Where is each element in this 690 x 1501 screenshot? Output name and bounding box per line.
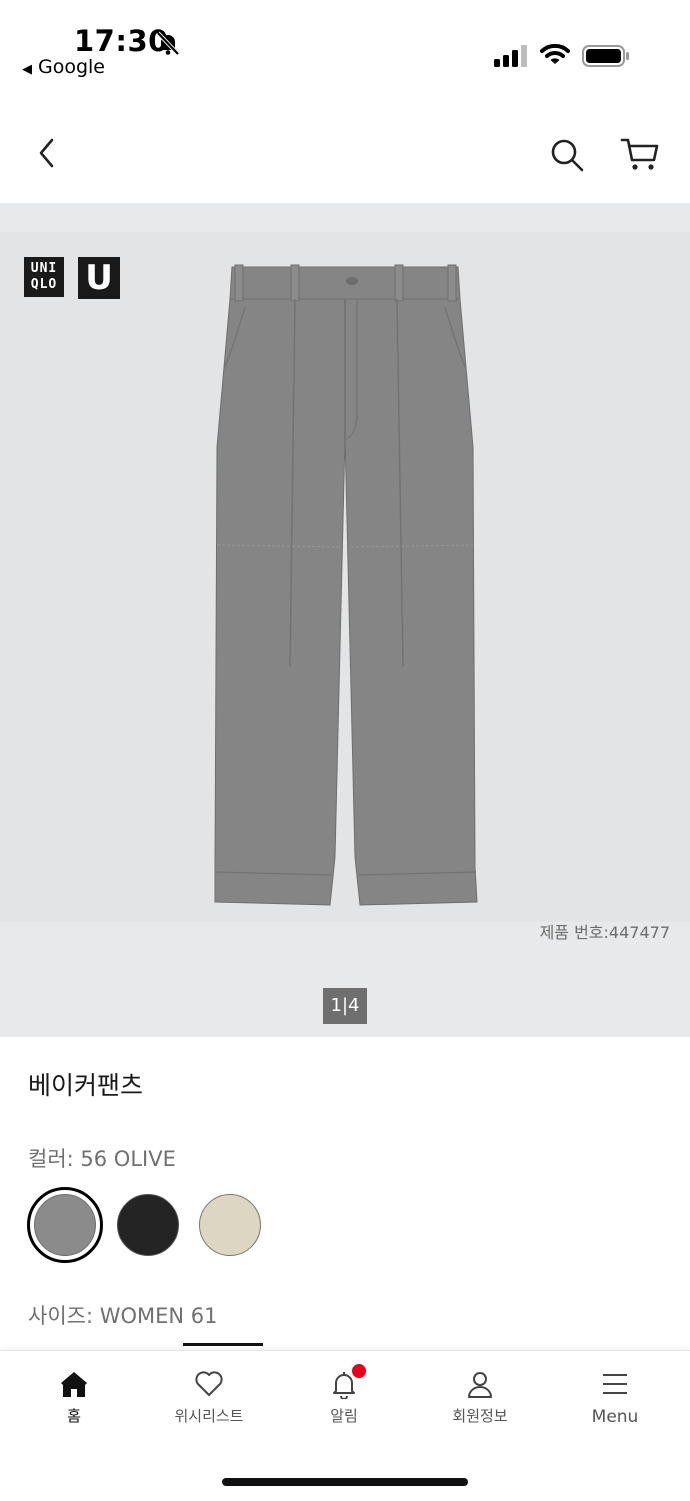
cellular-signal-icon — [494, 45, 527, 67]
swatch-gray[interactable] — [27, 1187, 103, 1263]
swatch-gray-fill — [34, 1194, 96, 1256]
uniqlo-u-logo: U — [78, 257, 120, 299]
app-header — [0, 100, 690, 203]
image-pager: 1|4 — [323, 988, 367, 1024]
color-label: 컬러: 56 OLIVE — [28, 1147, 176, 1171]
nav-home[interactable]: 홈 — [14, 1369, 134, 1426]
product-image-gallery[interactable]: UNI QLO U 제품 번호:447477 1|4 — [0, 203, 690, 1037]
notification-badge — [352, 1364, 366, 1378]
back-app-label: Google — [38, 56, 106, 78]
cart-icon[interactable] — [620, 136, 660, 174]
product-name: 베이커팬츠 — [28, 1071, 144, 1100]
nav-wishlist-label: 위시리스트 — [174, 1407, 244, 1425]
pager-total: 4 — [348, 995, 360, 1016]
back-triangle-icon: ◀ — [22, 62, 32, 77]
nav-menu-label: Menu — [591, 1407, 639, 1427]
nav-menu[interactable]: Menu — [555, 1369, 675, 1427]
bell-off-icon — [156, 31, 180, 56]
pants-image — [214, 264, 478, 906]
menu-icon — [603, 1374, 627, 1394]
user-icon — [468, 1372, 492, 1398]
swatch-beige[interactable] — [199, 1194, 261, 1256]
nav-notifications[interactable]: 알림 — [284, 1364, 404, 1426]
nav-member-info-label: 회원정보 — [452, 1407, 508, 1425]
size-label: 사이즈: WOMEN 61 — [28, 1304, 218, 1328]
swatch-black[interactable] — [117, 1194, 179, 1256]
home-indicator — [222, 1478, 468, 1486]
status-bar: 17:30 ◀ Google — [0, 0, 690, 100]
nav-notifications-label: 알림 — [330, 1407, 358, 1425]
search-icon[interactable] — [548, 136, 586, 174]
pager-current: 1 — [330, 995, 342, 1016]
home-icon — [61, 1372, 87, 1397]
nav-member-info[interactable]: 회원정보 — [420, 1369, 540, 1426]
product-photo[interactable]: UNI QLO U — [0, 232, 690, 922]
back-chevron-icon[interactable] — [30, 136, 64, 170]
nav-wishlist[interactable]: 위시리스트 — [149, 1369, 269, 1426]
back-to-app-link[interactable]: ◀ Google — [22, 56, 105, 78]
wifi-icon — [540, 43, 570, 64]
uniqlo-logo-box: UNI QLO — [24, 257, 64, 297]
battery-icon — [582, 45, 629, 67]
product-number: 제품 번호:447477 — [539, 923, 670, 942]
bottom-navigation: 홈 위시리스트 알림 회원정보 Menu — [0, 1350, 690, 1501]
uniqlo-logo: UNI QLO U — [24, 257, 120, 299]
heart-icon — [195, 1371, 223, 1396]
nav-home-label: 홈 — [67, 1407, 81, 1425]
